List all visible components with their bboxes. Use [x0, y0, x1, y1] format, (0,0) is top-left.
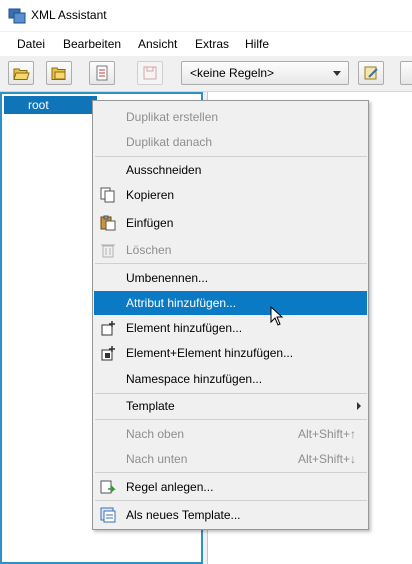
menu-einfuegen[interactable]: Einfügen — [94, 211, 367, 235]
menu-hilfe[interactable]: Hilfe — [245, 37, 269, 51]
menu-item-label: Regel anlegen... — [126, 480, 214, 494]
rules-combo[interactable]: <keine Regeln> — [181, 61, 349, 85]
menu-nach-oben[interactable]: Nach oben Alt+Shift+↑ — [94, 422, 367, 446]
menu-bar: Datei Bearbeiten Ansicht Extras Hilfe — [0, 32, 412, 56]
add-element-icon — [101, 321, 115, 336]
mouse-cursor-icon — [270, 306, 284, 326]
menu-item-label: Namespace hinzufügen... — [126, 372, 263, 386]
rules-combo-value: <keine Regeln> — [190, 66, 275, 80]
menu-item-label: Einfügen — [126, 216, 174, 230]
menu-template[interactable]: Template — [94, 394, 367, 418]
rules-edit-icon — [364, 66, 378, 80]
menu-item-label: Duplikat erstellen — [126, 110, 219, 124]
open-folder-2-icon — [51, 67, 66, 80]
save-button[interactable] — [137, 61, 163, 85]
menu-datei[interactable]: Datei — [17, 37, 45, 51]
menu-separator — [95, 156, 367, 157]
menu-item-label: Duplikat danach — [126, 135, 213, 149]
new-template-icon — [100, 507, 116, 523]
menu-separator — [95, 472, 367, 473]
menu-duplikat-danach[interactable]: Duplikat danach — [94, 130, 367, 154]
menu-item-label: Nach oben — [126, 427, 185, 441]
menu-ansicht[interactable]: Ansicht — [138, 37, 177, 51]
menu-regel-anlegen[interactable]: Regel anlegen... — [94, 475, 367, 499]
create-rule-icon — [100, 480, 116, 494]
menu-duplikat-erstellen[interactable]: Duplikat erstellen — [94, 105, 367, 129]
menu-element-element-hinzufuegen[interactable]: Element+Element hinzufügen... — [94, 341, 367, 365]
menu-element-hinzufuegen[interactable]: Element hinzufügen... — [94, 316, 367, 340]
add-element-element-icon — [101, 346, 115, 361]
menu-umbenennen[interactable]: Umbenennen... — [94, 266, 367, 290]
menu-bearbeiten[interactable]: Bearbeiten — [63, 37, 121, 51]
menu-item-label: Element hinzufügen... — [126, 321, 243, 335]
menu-item-label: Nach unten — [126, 452, 188, 466]
menu-item-label: Als neues Template... — [126, 508, 241, 522]
menu-item-shortcut: Alt+Shift+↓ — [297, 452, 356, 466]
menu-item-label: Template — [126, 399, 175, 413]
menu-separator — [95, 419, 367, 420]
xml-assistant-icon — [8, 8, 26, 24]
menu-nach-unten[interactable]: Nach unten Alt+Shift+↓ — [94, 447, 367, 471]
open-folder-icon — [13, 68, 30, 80]
copy-icon — [100, 187, 115, 203]
menu-item-label: Element+Element hinzufügen... — [126, 346, 294, 360]
tree-node-label: root — [28, 98, 49, 112]
trash-icon — [101, 244, 115, 258]
menu-item-label: Löschen — [126, 243, 172, 257]
open-recent-button[interactable] — [46, 61, 72, 85]
menu-namespace-hinzufuegen[interactable]: Namespace hinzufügen... — [94, 367, 367, 391]
menu-kopieren[interactable]: Kopieren — [94, 183, 367, 207]
menu-attribut-hinzufuegen[interactable]: Attribut hinzufügen... — [94, 291, 367, 315]
save-icon — [143, 66, 157, 80]
menu-separator — [95, 263, 367, 264]
menu-extras[interactable]: Extras — [195, 37, 229, 51]
paste-icon — [100, 215, 116, 231]
menu-item-label: Ausschneiden — [126, 163, 202, 177]
edit-document-icon — [96, 65, 108, 81]
rules-edit-button[interactable] — [358, 61, 384, 85]
edit-document-button[interactable] — [89, 61, 115, 85]
tree-node-root[interactable]: root — [4, 96, 97, 114]
menu-als-neues-template[interactable]: Als neues Template... — [94, 503, 367, 527]
context-menu: Duplikat erstellen Duplikat danach Aussc… — [92, 100, 369, 530]
menu-item-label: Umbenennen... — [126, 271, 209, 285]
toolbar-button-partial[interactable] — [400, 61, 412, 85]
menu-separator — [95, 500, 367, 501]
window-title: XML Assistant — [31, 8, 107, 22]
open-button[interactable] — [8, 61, 34, 85]
title-bar: XML Assistant — [0, 0, 412, 31]
chevron-down-icon — [333, 71, 341, 76]
menu-loeschen[interactable]: Löschen — [94, 238, 367, 262]
menu-item-label: Attribut hinzufügen... — [126, 296, 237, 310]
menu-item-shortcut: Alt+Shift+↑ — [297, 427, 356, 441]
menu-ausschneiden[interactable]: Ausschneiden — [94, 158, 367, 182]
toolbar: <keine Regeln> — [0, 56, 412, 92]
chevron-right-icon — [357, 402, 361, 410]
menu-item-label: Kopieren — [126, 188, 175, 202]
